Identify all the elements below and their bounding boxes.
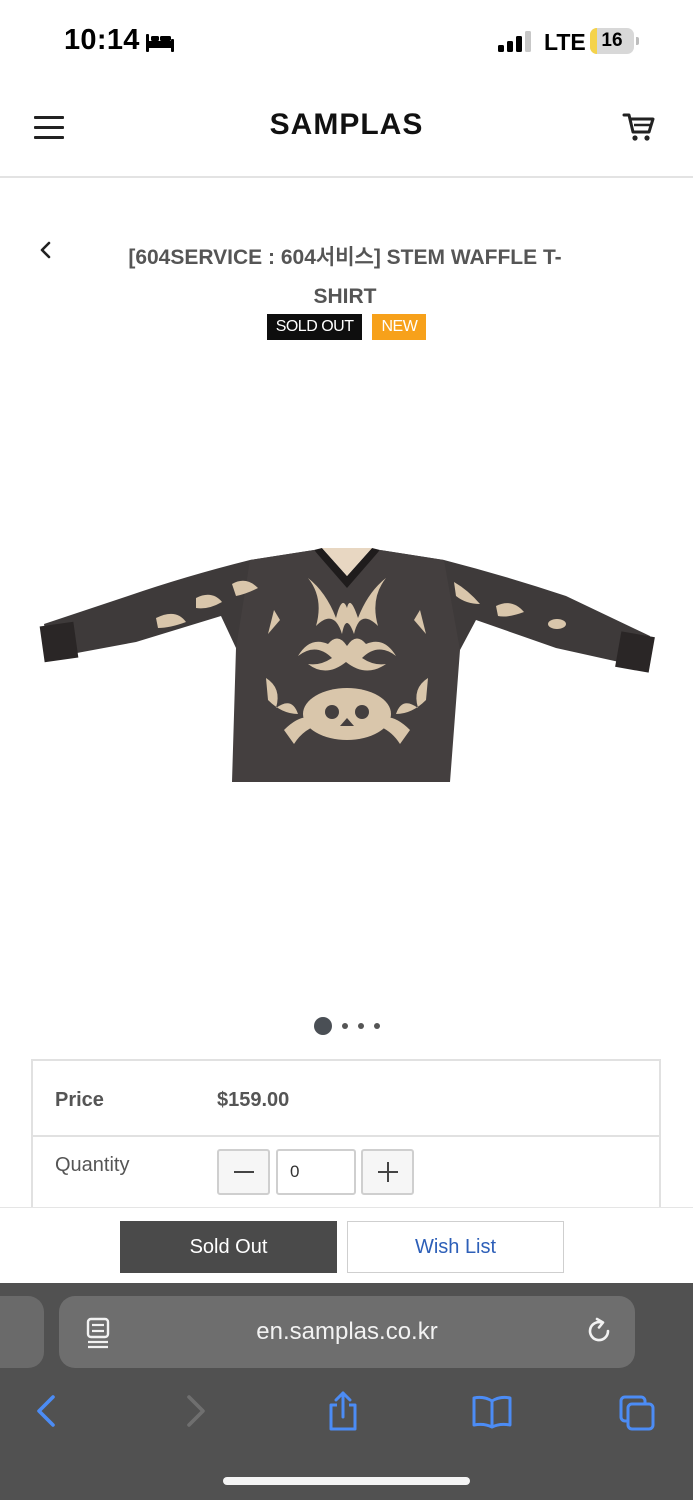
home-indicator[interactable]	[223, 1477, 470, 1485]
product-title: [604SERVICE : 604서비스] STEM WAFFLE T-SHIR…	[128, 246, 562, 308]
sold-out-badge: SOLD OUT	[266, 314, 363, 340]
product-image[interactable]	[36, 538, 658, 798]
battery-level: 16	[601, 30, 623, 51]
product-badges: SOLD OUT NEW	[0, 314, 693, 340]
page-dot-1[interactable]	[313, 1017, 332, 1035]
quantity-label: Quantity	[55, 1154, 130, 1176]
tabs-icon[interactable]	[619, 1391, 655, 1431]
cellular-signal-icon	[498, 31, 531, 52]
battery-icon: 16	[590, 28, 639, 54]
page-dot-2[interactable]	[341, 1023, 348, 1029]
reload-icon[interactable]	[584, 1316, 614, 1346]
share-icon[interactable]	[325, 1391, 361, 1431]
action-bar: Sold Out Wish List	[0, 1207, 693, 1283]
wish-list-button[interactable]: Wish List	[347, 1221, 564, 1273]
sold-out-button[interactable]: Sold Out	[120, 1221, 337, 1273]
bookmarks-icon[interactable]	[472, 1391, 512, 1431]
status-time: 10:14	[64, 24, 140, 56]
site-logo[interactable]: SAMPLAS	[0, 108, 693, 142]
price-value: $159.00	[217, 1089, 290, 1111]
page-dot-4[interactable]	[373, 1023, 380, 1029]
product-info-table: Price $159.00 Quantity	[31, 1059, 661, 1207]
page-dot-3[interactable]	[357, 1023, 364, 1029]
previous-tab-preview[interactable]	[0, 1296, 44, 1368]
quantity-increase-button[interactable]	[361, 1149, 414, 1195]
new-badge: NEW	[372, 314, 427, 340]
image-pagination[interactable]	[0, 1017, 693, 1035]
url-text: en.samplas.co.kr	[256, 1318, 438, 1345]
back-chevron-icon[interactable]	[36, 238, 54, 264]
price-row: Price $159.00	[33, 1061, 659, 1137]
back-arrow-icon[interactable]	[28, 1391, 64, 1431]
browser-toolbar: en.samplas.co.kr	[0, 1283, 693, 1500]
quantity-decrease-button[interactable]	[217, 1149, 270, 1195]
address-bar[interactable]: en.samplas.co.kr	[59, 1296, 635, 1368]
long-sleeve-shirt-image	[39, 548, 655, 782]
cart-icon[interactable]	[622, 110, 656, 144]
forward-arrow-icon[interactable]	[178, 1391, 214, 1431]
network-type: LTE	[544, 29, 586, 55]
price-label: Price	[55, 1089, 104, 1111]
quantity-input[interactable]	[276, 1149, 356, 1195]
site-header: SAMPLAS	[0, 84, 693, 178]
sleep-focus-icon	[146, 34, 174, 52]
quantity-row: Quantity	[33, 1137, 659, 1209]
status-bar: 10:14 LTE 16	[0, 0, 693, 84]
